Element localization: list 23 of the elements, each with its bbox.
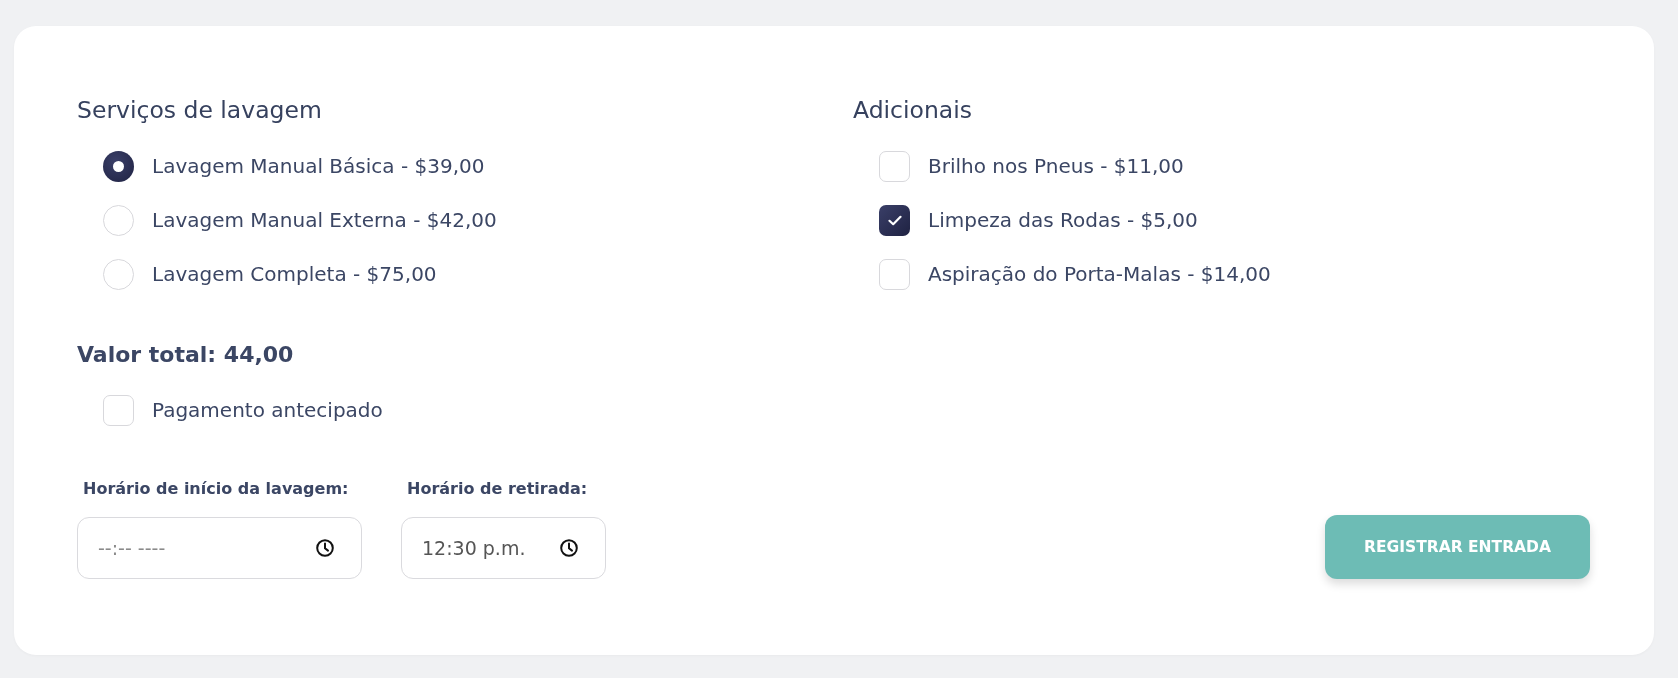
option-label[interactable]: Brilho nos Pneus - $11,00 <box>928 153 1184 179</box>
field-label: Horário de retirada: <box>406 479 589 499</box>
option-label[interactable]: Limpeza das Rodas - $5,00 <box>928 207 1198 233</box>
radio-button[interactable] <box>103 204 134 236</box>
checkbox[interactable] <box>879 258 910 290</box>
clock-icon[interactable] <box>560 539 578 557</box>
option-label[interactable]: Lavagem Manual Externa - $42,00 <box>152 207 497 233</box>
section-heading: Adicionais <box>853 96 973 125</box>
option-label[interactable]: Lavagem Manual Básica - $39,00 <box>152 153 485 179</box>
option-label[interactable]: Pagamento antecipado <box>152 397 383 423</box>
checkbox[interactable] <box>103 394 134 426</box>
option-label[interactable]: Lavagem Completa - $75,00 <box>152 261 437 287</box>
radio-button[interactable] <box>103 150 134 182</box>
time-field[interactable]: 12:30 p.m. <box>401 517 606 579</box>
checkbox[interactable] <box>879 150 910 182</box>
option-label[interactable]: Aspiração do Porta-Malas - $14,00 <box>928 261 1271 287</box>
clock-icon[interactable] <box>316 539 334 557</box>
checkbox[interactable] <box>879 204 910 236</box>
total-value: Valor total: 44,00 <box>77 341 295 369</box>
section-heading: Serviços de lavagem <box>77 96 323 125</box>
check-icon <box>887 214 902 226</box>
radio-button[interactable] <box>103 258 134 290</box>
field-label: Horário de início da lavagem: <box>82 479 350 499</box>
